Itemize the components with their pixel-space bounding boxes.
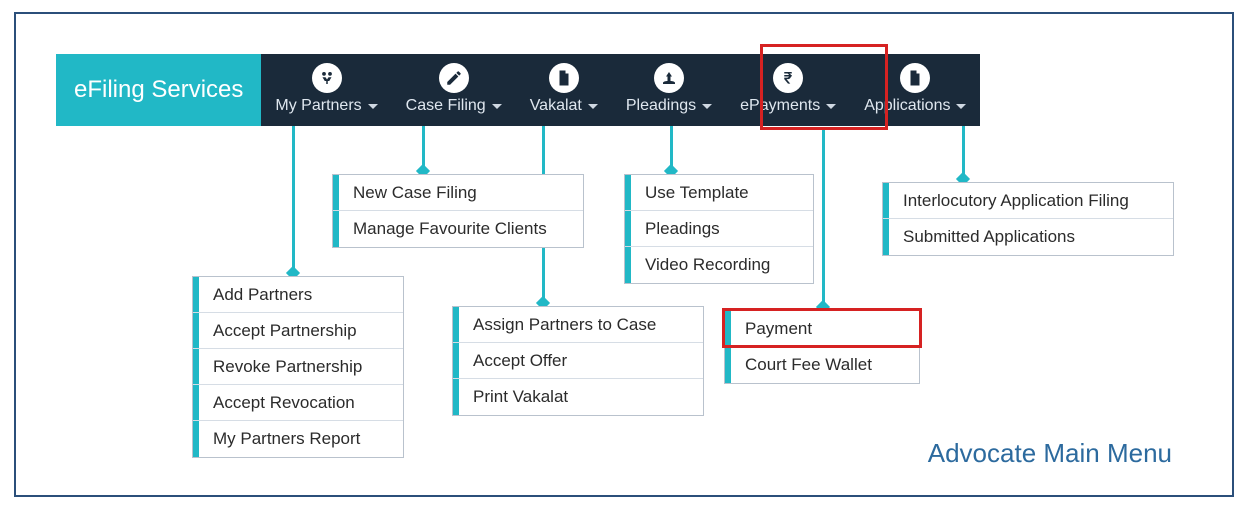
menu-item-label: Add Partners — [199, 285, 326, 305]
menu-item-label: Pleadings — [631, 219, 734, 239]
menu-applications: Interlocutory Application Filing Submitt… — [882, 182, 1174, 256]
menu-item-payment[interactable]: Payment — [725, 311, 919, 347]
menu-item-submitted-applications[interactable]: Submitted Applications — [883, 219, 1173, 255]
menu-item-label: Submitted Applications — [889, 227, 1089, 247]
navbar: eFiling Services My Partners Case Filing — [56, 54, 980, 126]
nav-vakalat[interactable]: Vakalat — [516, 54, 612, 126]
menu-item-revoke-partnership[interactable]: Revoke Partnership — [193, 349, 403, 385]
menu-item-add-partners[interactable]: Add Partners — [193, 277, 403, 313]
document-frame: eFiling Services My Partners Case Filing — [14, 12, 1234, 497]
file-icon — [900, 63, 930, 93]
nav-epayments[interactable]: ePayments — [726, 54, 850, 126]
menu-item-label: Use Template — [631, 183, 763, 203]
nav-items: My Partners Case Filing Vakalat — [261, 54, 980, 126]
menu-item-label: Video Recording — [631, 255, 784, 275]
nav-label: My Partners — [275, 97, 361, 115]
nav-label: Applications — [864, 97, 950, 115]
menu-item-new-case-filing[interactable]: New Case Filing — [333, 175, 583, 211]
menu-item-video-recording[interactable]: Video Recording — [625, 247, 813, 283]
menu-item-interlocutory-application-filing[interactable]: Interlocutory Application Filing — [883, 183, 1173, 219]
menu-item-label: Payment — [731, 319, 826, 339]
menu-item-label: Interlocutory Application Filing — [889, 191, 1143, 211]
chevron-down-icon — [492, 104, 502, 109]
menu-item-assign-partners-to-case[interactable]: Assign Partners to Case — [453, 307, 703, 343]
nav-label: ePayments — [740, 97, 820, 115]
menu-item-label: Assign Partners to Case — [459, 315, 670, 335]
chevron-down-icon — [956, 104, 966, 109]
figure-caption: Advocate Main Menu — [928, 438, 1172, 469]
document-icon — [549, 63, 579, 93]
connector — [822, 130, 825, 308]
menu-item-label: Accept Offer — [459, 351, 581, 371]
pencil-icon — [439, 63, 469, 93]
partners-icon — [312, 63, 342, 93]
menu-item-court-fee-wallet[interactable]: Court Fee Wallet — [725, 347, 919, 383]
brand-title: eFiling Services — [56, 54, 261, 126]
menu-item-label: Revoke Partnership — [199, 357, 376, 377]
menu-item-label: Manage Favourite Clients — [339, 219, 561, 239]
menu-item-label: Court Fee Wallet — [731, 355, 886, 375]
menu-item-my-partners-report[interactable]: My Partners Report — [193, 421, 403, 457]
chevron-down-icon — [702, 104, 712, 109]
menu-item-manage-favourite-clients[interactable]: Manage Favourite Clients — [333, 211, 583, 247]
chevron-down-icon — [368, 104, 378, 109]
nav-label: Case Filing — [406, 97, 486, 115]
menu-pleadings: Use Template Pleadings Video Recording — [624, 174, 814, 284]
menu-item-print-vakalat[interactable]: Print Vakalat — [453, 379, 703, 415]
nav-label: Pleadings — [626, 97, 696, 115]
nav-pleadings[interactable]: Pleadings — [612, 54, 726, 126]
menu-item-pleadings[interactable]: Pleadings — [625, 211, 813, 247]
menu-item-use-template[interactable]: Use Template — [625, 175, 813, 211]
menu-case-filing: New Case Filing Manage Favourite Clients — [332, 174, 584, 248]
menu-item-label: Accept Revocation — [199, 393, 369, 413]
nav-applications[interactable]: Applications — [850, 54, 980, 126]
menu-item-accept-offer[interactable]: Accept Offer — [453, 343, 703, 379]
nav-my-partners[interactable]: My Partners — [261, 54, 391, 126]
nav-label: Vakalat — [530, 97, 582, 115]
rupee-icon — [773, 63, 803, 93]
menu-item-label: My Partners Report — [199, 429, 374, 449]
menu-vakalat: Assign Partners to Case Accept Offer Pri… — [452, 306, 704, 416]
menu-item-label: Accept Partnership — [199, 321, 371, 341]
nav-case-filing[interactable]: Case Filing — [392, 54, 516, 126]
menu-item-accept-partnership[interactable]: Accept Partnership — [193, 313, 403, 349]
menu-item-accept-revocation[interactable]: Accept Revocation — [193, 385, 403, 421]
chevron-down-icon — [826, 104, 836, 109]
connector — [292, 126, 295, 274]
chevron-down-icon — [588, 104, 598, 109]
menu-my-partners: Add Partners Accept Partnership Revoke P… — [192, 276, 404, 458]
hands-icon — [654, 63, 684, 93]
menu-epayments: Payment Court Fee Wallet — [724, 310, 920, 384]
menu-item-label: Print Vakalat — [459, 387, 582, 407]
menu-item-label: New Case Filing — [339, 183, 491, 203]
